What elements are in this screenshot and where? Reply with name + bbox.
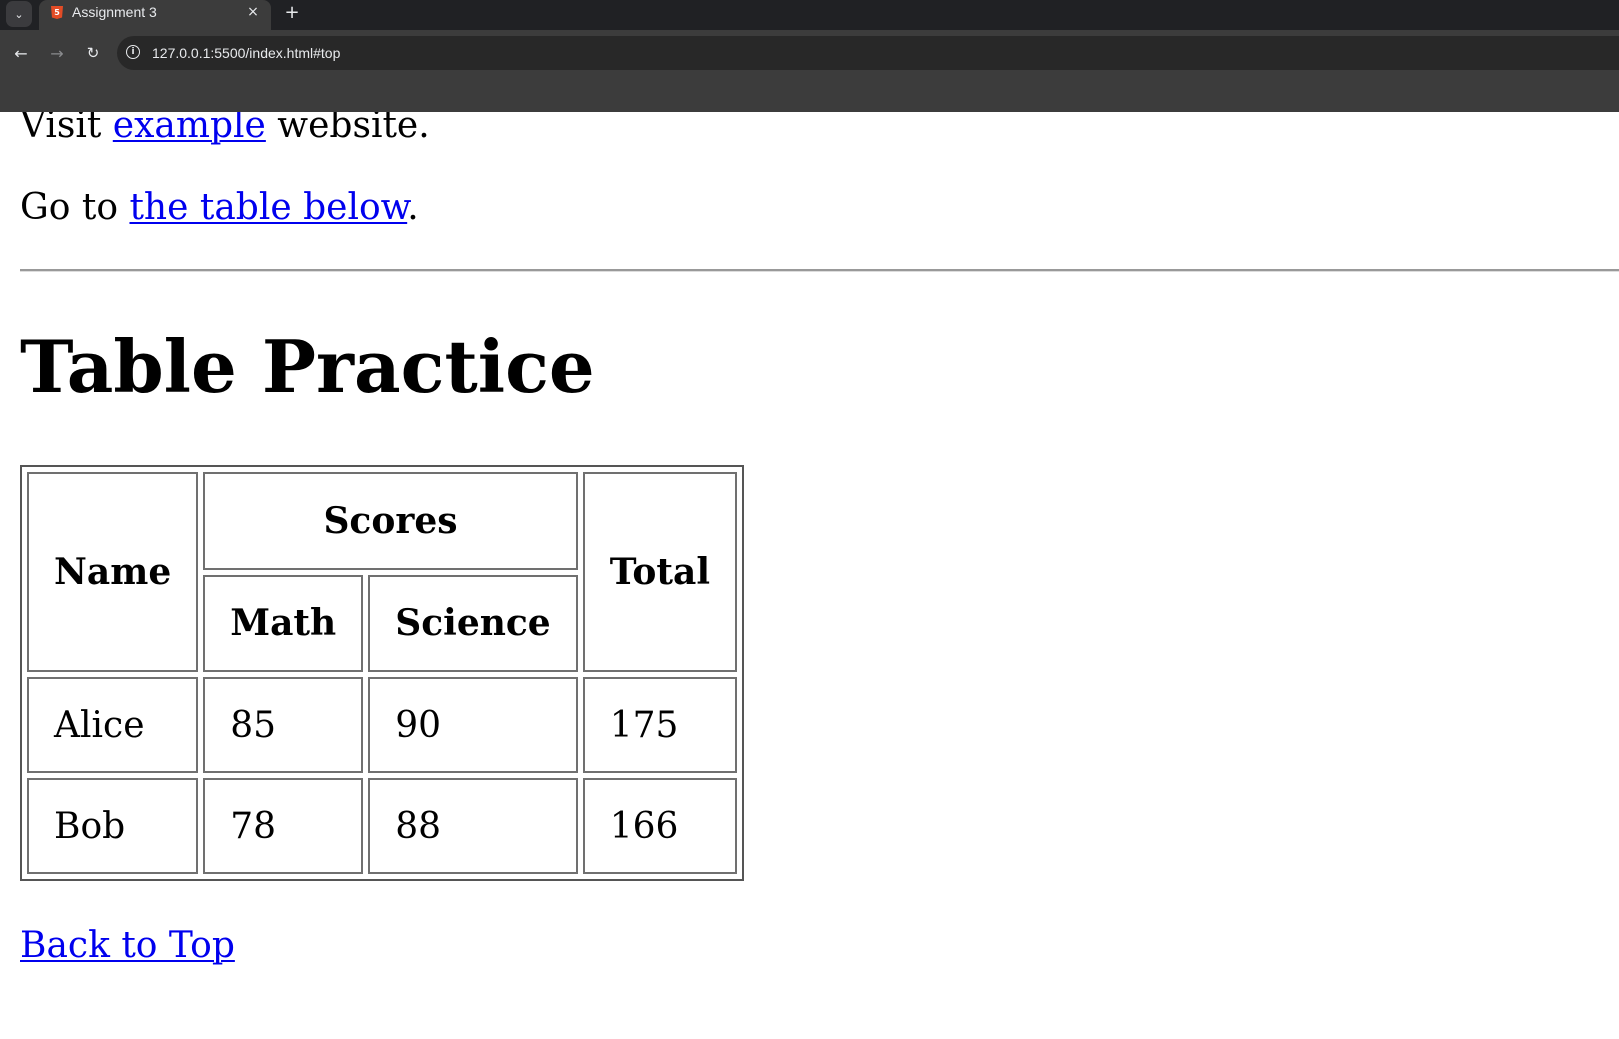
- header-scores: Scores: [203, 472, 578, 570]
- header-total: Total: [582, 472, 738, 672]
- tab-assignment-3[interactable]: 5 Assignment 3 ×: [39, 0, 271, 30]
- browser-chrome: ⌄ 5 Assignment 3 × + ← → ↻ i 127.0.0.1:5…: [0, 0, 1619, 112]
- header-name: Name: [27, 472, 199, 672]
- goto-suffix: .: [407, 187, 419, 228]
- back-arrow-icon[interactable]: ←: [7, 39, 35, 67]
- cell-science: 88: [368, 778, 578, 874]
- favicon-label: 5: [54, 8, 60, 17]
- visit-suffix: website.: [265, 112, 430, 146]
- goto-prefix: Go to: [20, 187, 130, 228]
- page-title: Table Practice: [20, 324, 595, 409]
- table-row: Alice 85 90 175: [27, 677, 738, 773]
- browser-toolbar: ← → ↻ i 127.0.0.1:5500/index.html#top: [0, 34, 1619, 72]
- html5-icon: 5: [51, 6, 63, 19]
- table-below-link[interactable]: the table below: [129, 187, 407, 228]
- tab-title: Assignment 3: [72, 4, 157, 20]
- back-to-top-link[interactable]: Back to Top: [20, 924, 235, 968]
- table-header-row: Name Scores Total: [27, 472, 738, 672]
- cell-total: 166: [582, 778, 738, 874]
- cell-name: Bob: [27, 778, 199, 874]
- cell-total: 175: [582, 677, 738, 773]
- close-icon[interactable]: ×: [243, 2, 263, 22]
- visit-prefix: Visit: [20, 112, 113, 146]
- url-text[interactable]: 127.0.0.1:5500/index.html#top: [152, 43, 340, 63]
- reload-icon[interactable]: ↻: [79, 39, 107, 67]
- chevron-down-icon[interactable]: ⌄: [6, 1, 32, 27]
- page-content: Visit example website. Go to the table b…: [0, 112, 1619, 1039]
- horizontal-rule: [20, 269, 1619, 272]
- header-science: Science: [368, 574, 578, 672]
- address-bar[interactable]: i 127.0.0.1:5500/index.html#top: [117, 36, 1619, 70]
- forward-arrow-icon[interactable]: →: [43, 39, 71, 67]
- goto-paragraph: Go to the table below.: [20, 186, 419, 230]
- cell-math: 85: [203, 677, 364, 773]
- info-icon[interactable]: i: [126, 45, 140, 59]
- header-math: Math: [203, 574, 364, 672]
- scores-table: Name Scores Total Math Science Alice 85 …: [20, 465, 745, 881]
- cell-science: 90: [368, 677, 578, 773]
- cell-math: 78: [203, 778, 364, 874]
- visit-paragraph: Visit example website.: [20, 112, 430, 148]
- table-row: Bob 78 88 166: [27, 778, 738, 874]
- example-link[interactable]: example: [113, 112, 266, 146]
- cell-name: Alice: [27, 677, 199, 773]
- tab-strip: ⌄ 5 Assignment 3 × +: [0, 0, 1619, 30]
- new-tab-button[interactable]: +: [280, 0, 304, 24]
